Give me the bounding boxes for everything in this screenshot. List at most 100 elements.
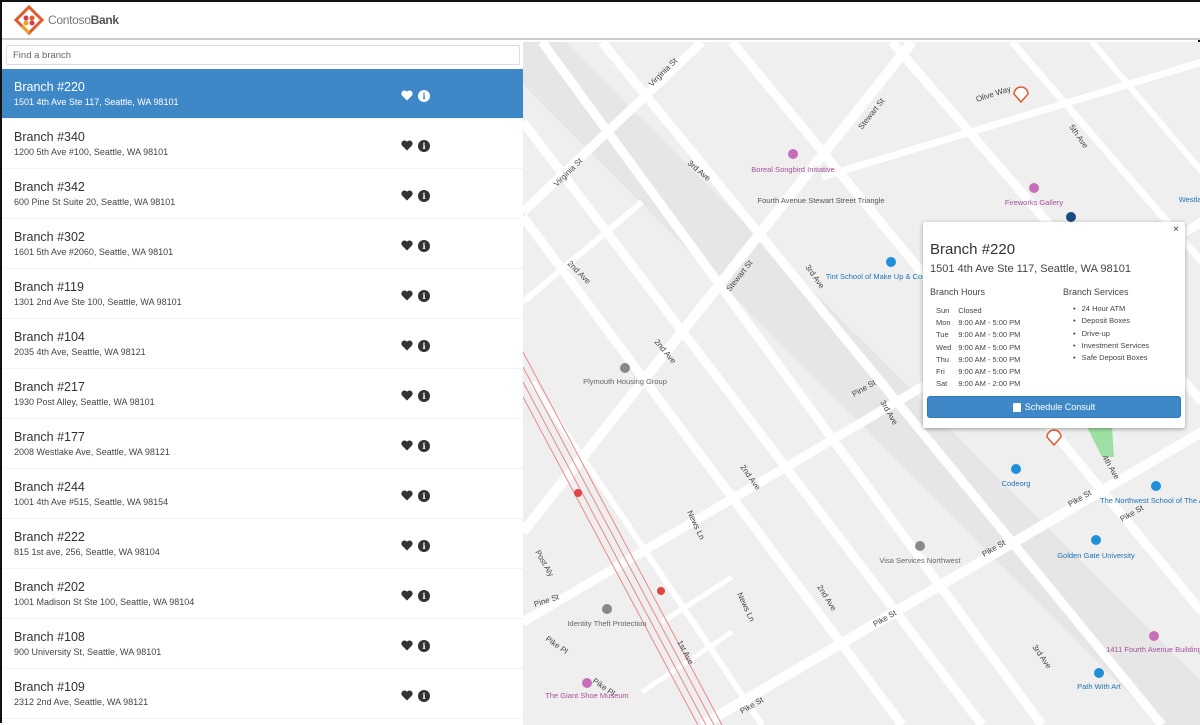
favorite-heart-icon[interactable]	[401, 90, 413, 101]
hours-row: Sat 9:00 AM - 2:00 PM	[936, 378, 1027, 390]
info-icon[interactable]: i	[418, 640, 430, 652]
branch-list-item[interactable]: Branch #244 1001 4th Ave #515, Seattle, …	[2, 469, 523, 519]
poi-label: 1411 Fourth Avenue Building	[1106, 645, 1200, 654]
hours-row: Fri 9:00 AM - 5:00 PM	[936, 365, 1027, 377]
info-icon[interactable]: i	[418, 290, 430, 302]
branch-list-item[interactable]: Branch #342 600 Pine St Suite 20, Seattl…	[2, 169, 523, 219]
branch-address: 1001 Madison St Ste 100, Seattle, WA 981…	[14, 597, 195, 607]
info-icon[interactable]: i	[418, 240, 430, 252]
day: Sat	[936, 379, 948, 389]
info-icon[interactable]: i	[418, 90, 430, 102]
brand-bold: Bank	[90, 13, 119, 27]
app-header: ContosoBank	[2, 2, 1200, 40]
service-item: Investment Services	[1073, 341, 1150, 353]
favorite-heart-icon[interactable]	[401, 440, 413, 451]
info-icon[interactable]: i	[418, 490, 430, 502]
schedule-consult-button[interactable]: Schedule Consult	[927, 396, 1181, 418]
favorite-heart-icon[interactable]	[401, 640, 413, 651]
schedule-consult-label: Schedule Consult	[1024, 402, 1096, 412]
time: 9:00 AM - 5:00 PM	[958, 342, 1021, 352]
favorite-heart-icon[interactable]	[401, 190, 413, 201]
poi-label: The Giant Shoe Museum	[545, 691, 628, 700]
info-icon[interactable]: i	[418, 340, 430, 352]
favorite-heart-icon[interactable]	[401, 590, 413, 601]
branch-list-item[interactable]: Branch #202 1001 Madison St Ste 100, Sea…	[2, 569, 523, 619]
branch-list-item[interactable]: Branch #340 1200 5th Ave #100, Seattle, …	[2, 119, 523, 169]
branch-pin-icon	[1013, 86, 1029, 104]
favorite-heart-icon[interactable]	[401, 390, 413, 401]
branch-name: Branch #202	[14, 580, 85, 594]
street-label: 3rd Ave	[1030, 643, 1053, 671]
day: Sun	[936, 305, 950, 315]
info-icon[interactable]: i	[418, 590, 430, 602]
branch-address: 2312 2nd Ave, Seattle, WA 98121	[14, 697, 149, 707]
rail-station-icon	[574, 489, 582, 497]
time: 9:00 AM - 5:00 PM	[958, 317, 1021, 327]
branch-sidebar: Branch #220 1501 4th Ave Ste 117, Seattl…	[2, 42, 523, 725]
poi-label: Visa Services Northwest	[879, 556, 961, 565]
service-item: Safe Deposit Boxes	[1073, 353, 1149, 365]
branch-list-item[interactable]: Branch #104 2035 4th Ave, Seattle, WA 98…	[2, 319, 523, 369]
branch-list-item[interactable]: Branch #108 900 University St, Seattle, …	[2, 619, 523, 669]
info-icon[interactable]: i	[418, 190, 430, 202]
branch-name: Branch #104	[14, 330, 85, 344]
branch-address: 900 University St, Seattle, WA 98101	[14, 647, 162, 657]
favorite-heart-icon[interactable]	[401, 690, 413, 701]
branch-address: 1930 Post Alley, Seattle, WA 98101	[14, 397, 155, 407]
hours-row: Tue 9:00 AM - 5:00 PM	[936, 329, 1027, 341]
services-heading: Branch Services	[1063, 287, 1129, 297]
branch-address: 1001 4th Ave #515, Seattle, WA 98154	[14, 497, 169, 507]
branch-name: Branch #302	[14, 230, 85, 244]
branch-name: Branch #177	[14, 430, 85, 444]
branch-address: 1601 5th Ave #2060, Seattle, WA 98101	[14, 247, 174, 257]
transit-icon	[1066, 212, 1076, 222]
branch-list-item[interactable]: Branch #109 2312 2nd Ave, Seattle, WA 98…	[2, 669, 523, 719]
day: Fri	[936, 367, 945, 377]
info-icon[interactable]: i	[418, 140, 430, 152]
info-icon[interactable]: i	[418, 440, 430, 452]
branch-list: Branch #220 1501 4th Ave Ste 117, Seattl…	[2, 69, 523, 719]
hours-row: Thu 9:00 AM - 5:00 PM	[936, 353, 1027, 365]
services-list: 24 Hour ATMDeposit BoxesDrive-upInvestme…	[1073, 304, 1150, 365]
branch-name: Branch #108	[14, 630, 85, 644]
branch-list-item[interactable]: Branch #220 1501 4th Ave Ste 117, Seattl…	[2, 69, 523, 119]
info-icon[interactable]: i	[418, 690, 430, 702]
favorite-heart-icon[interactable]	[401, 240, 413, 251]
branch-address: 1200 5th Ave #100, Seattle, WA 98101	[14, 147, 169, 157]
branch-address: 815 1st ave, 256, Seattle, WA 98104	[14, 547, 160, 557]
info-icon[interactable]: i	[418, 390, 430, 402]
day: Mon	[936, 317, 951, 327]
rail-station-icon	[657, 587, 665, 595]
branch-name: Branch #342	[14, 180, 85, 194]
info-icon[interactable]: i	[418, 540, 430, 552]
park	[1087, 427, 1114, 457]
favorite-heart-icon[interactable]	[401, 140, 413, 151]
branch-list-item[interactable]: Branch #177 2008 Westlake Ave, Seattle, …	[2, 419, 523, 469]
branch-list-item[interactable]: Branch #222 815 1st ave, 256, Seattle, W…	[2, 519, 523, 569]
favorite-heart-icon[interactable]	[401, 340, 413, 351]
hours-table: Sun Closed Mon 9:00 AM - 5:00 PM Tue 9:00 AM …	[936, 304, 1027, 390]
day: Tue	[936, 330, 949, 340]
favorite-heart-icon[interactable]	[401, 540, 413, 551]
street-label: Post Aly	[533, 549, 555, 579]
logo-icon	[14, 5, 44, 35]
branch-name: Branch #217	[14, 380, 85, 394]
branch-name: Branch #222	[14, 530, 85, 544]
poi-label: Codeorg	[1002, 479, 1031, 488]
branch-address: 2035 4th Ave, Seattle, WA 98121	[14, 347, 146, 357]
favorite-heart-icon[interactable]	[401, 490, 413, 501]
favorite-heart-icon[interactable]	[401, 290, 413, 301]
street-label: Pike St	[872, 608, 899, 629]
branch-list-item[interactable]: Branch #119 1301 2nd Ave Ste 100, Seattl…	[2, 269, 523, 319]
branch-address: 600 Pine St Suite 20, Seattle, WA 98101	[14, 197, 176, 207]
time: Closed	[958, 305, 982, 315]
time: 9:00 AM - 5:00 PM	[958, 354, 1021, 364]
branch-search-input[interactable]	[6, 45, 520, 65]
branch-list-item[interactable]: Branch #302 1601 5th Ave #2060, Seattle,…	[2, 219, 523, 269]
time: 9:00 AM - 2:00 PM	[958, 379, 1021, 389]
branch-list-item[interactable]: Branch #217 1930 Post Alley, Seattle, WA…	[2, 369, 523, 419]
contoso-bank-logo[interactable]: ContosoBank	[14, 5, 119, 35]
hours-row: Sun Closed	[936, 304, 1027, 316]
close-icon[interactable]: ×	[1173, 224, 1179, 235]
time: 9:00 AM - 5:00 PM	[958, 367, 1021, 377]
